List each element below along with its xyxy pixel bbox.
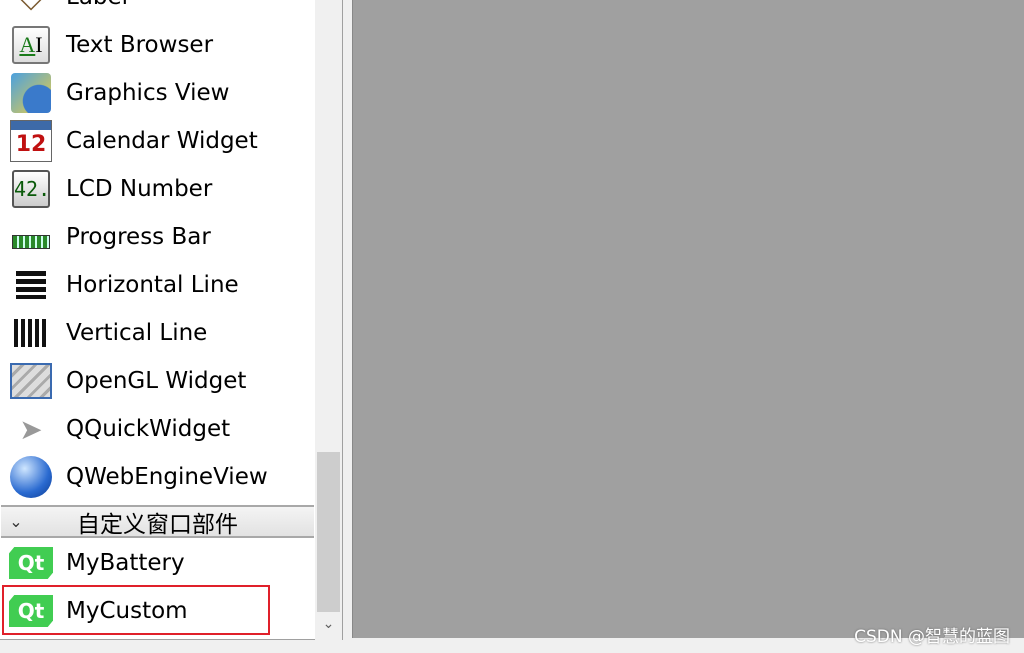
widget-item-qwebengineview[interactable]: QWebEngineView — [0, 453, 315, 501]
lcd-number-icon: 42. — [9, 167, 53, 211]
globe-icon — [9, 455, 53, 499]
widget-item-label: Calendar Widget — [66, 128, 258, 154]
widget-item-label: Label — [66, 0, 128, 10]
chevron-down-icon[interactable]: ⌄ — [1, 512, 31, 531]
widget-item-label: Progress Bar — [66, 224, 211, 250]
widget-box-panel: ◇ Label AI Text Browser Graphics View 12 Calen… — [0, 0, 343, 640]
scrollbar[interactable]: ⌄ — [315, 0, 342, 640]
widget-item-graphics-view[interactable]: Graphics View — [0, 69, 315, 117]
widget-item-opengl-widget[interactable]: OpenGL Widget — [0, 357, 315, 405]
paper-plane-icon: ➤ — [19, 412, 43, 446]
widget-item-label[interactable]: ◇ Label — [0, 0, 315, 21]
vertical-line-icon — [9, 311, 53, 355]
qt-logo-icon: Qt — [9, 541, 53, 585]
widget-list: ◇ Label AI Text Browser Graphics View 12 Calen… — [0, 0, 315, 640]
widget-item-label: MyBattery — [66, 550, 185, 576]
widget-item-lcd-number[interactable]: 42. LCD Number — [0, 165, 315, 213]
scrollbar-thumb[interactable] — [317, 452, 340, 612]
scroll-down-arrow-icon[interactable]: ⌄ — [315, 616, 342, 638]
graphics-view-icon — [9, 71, 53, 115]
qt-badge: Qt — [9, 547, 53, 579]
widget-item-mybattery[interactable]: Qt MyBattery — [0, 539, 315, 587]
widget-item-calendar-widget[interactable]: 12 Calendar Widget — [0, 117, 315, 165]
category-label: 自定义窗口部件 — [77, 511, 238, 538]
widget-item-label: QWebEngineView — [66, 464, 268, 490]
calendar-icon: 12 — [9, 119, 53, 163]
widget-item-text-browser[interactable]: AI Text Browser — [0, 21, 315, 69]
widget-item-label: OpenGL Widget — [66, 368, 247, 394]
widget-item-label: QQuickWidget — [66, 416, 231, 442]
widget-item-label: Text Browser — [66, 32, 214, 58]
widget-item-label: Vertical Line — [66, 320, 208, 346]
progress-bar-icon — [9, 215, 53, 259]
widget-item-vertical-line[interactable]: Vertical Line — [0, 309, 315, 357]
highlight-box — [2, 585, 270, 635]
widget-item-progress-bar[interactable]: Progress Bar — [0, 213, 315, 261]
label-icon: ◇ — [9, 0, 53, 19]
watermark: CSDN @智慧的蓝图 — [854, 627, 1010, 647]
widget-item-label: LCD Number — [66, 176, 213, 202]
widget-item-label: Graphics View — [66, 80, 230, 106]
category-header[interactable]: ⌄ 自定义窗口部件 — [1, 505, 314, 538]
form-canvas-area[interactable] — [352, 0, 1024, 638]
horizontal-line-icon — [9, 263, 53, 307]
opengl-icon — [9, 359, 53, 403]
widget-item-label: Horizontal Line — [66, 272, 239, 298]
text-browser-icon: AI — [9, 23, 53, 67]
widget-item-qquickwidget[interactable]: ➤ QQuickWidget — [0, 405, 315, 453]
widget-item-horizontal-line[interactable]: Horizontal Line — [0, 261, 315, 309]
